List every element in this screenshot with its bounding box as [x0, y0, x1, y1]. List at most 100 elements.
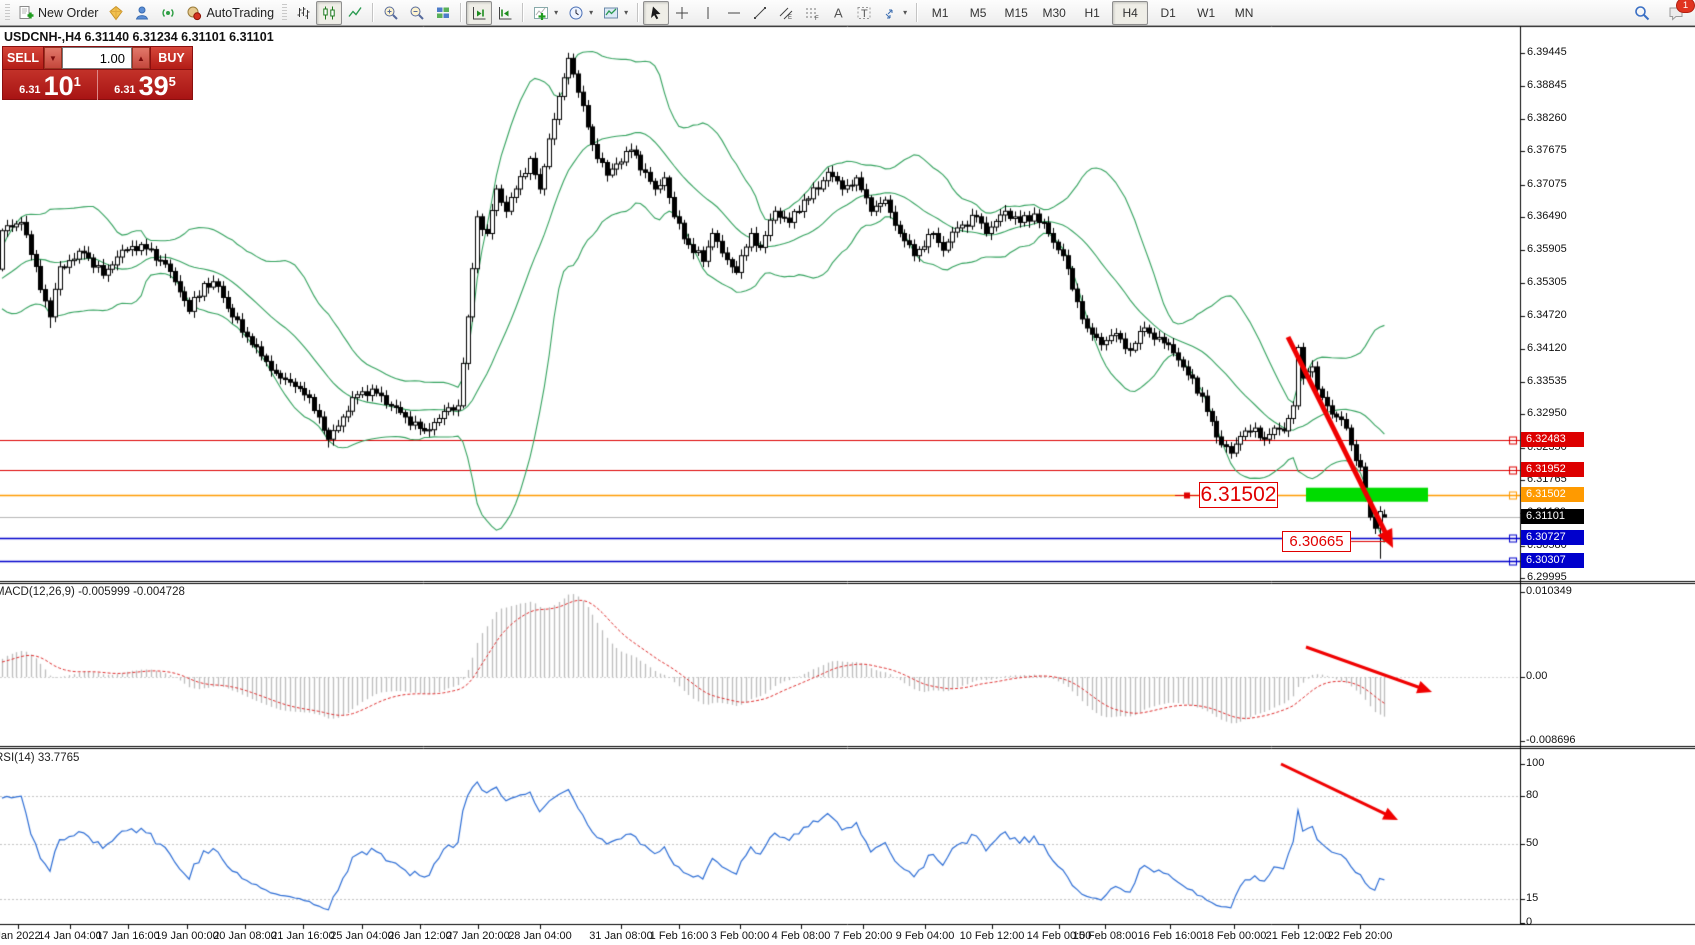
zoom-out-button[interactable] [404, 1, 430, 25]
tile-windows-button[interactable] [430, 1, 456, 25]
zoom-in-button[interactable] [378, 1, 404, 25]
timeframe-bar: M1M5M15M30H1H4D1W1MN [922, 1, 1262, 25]
price-axis-tick: 6.34720 [1527, 309, 1567, 321]
time-axis-label: 20 Jan 08:00 [213, 930, 277, 942]
sell-button[interactable]: SELL [3, 47, 44, 69]
chart-shift-button[interactable] [492, 1, 518, 25]
horizontal-line-icon [726, 5, 742, 21]
macd-axis-tick: 0.00 [1526, 670, 1547, 682]
vertical-line-tool-button[interactable] [695, 1, 721, 25]
new-order-label: New Order [38, 6, 98, 20]
volume-input[interactable] [62, 47, 132, 69]
channel-icon: E [778, 5, 794, 21]
search-button[interactable] [1629, 1, 1655, 25]
price-badge: 6.31101 [1521, 509, 1584, 524]
price-badge: 6.32483 [1521, 432, 1584, 447]
volume-decrease-button[interactable]: ▼ [44, 47, 62, 69]
sell-price[interactable]: 6.31 10 1 [3, 70, 98, 100]
toolbar-grip[interactable] [5, 4, 10, 22]
buy-button[interactable]: BUY [150, 47, 192, 69]
broadcast-icon [160, 5, 176, 21]
auto-scroll-button[interactable] [466, 1, 492, 25]
timeframe-button-h1[interactable]: H1 [1074, 1, 1110, 25]
rsi-axis-tick: 50 [1526, 837, 1538, 849]
price-badge: 6.31502 [1521, 487, 1584, 502]
crosshair-tool-button[interactable] [669, 1, 695, 25]
timeframe-button-d1[interactable]: D1 [1150, 1, 1186, 25]
timeframe-button-m1[interactable]: M1 [922, 1, 958, 25]
time-axis-label: 28 Jan 04:00 [508, 930, 572, 942]
buy-price[interactable]: 6.31 39 5 [98, 70, 192, 100]
new-order-button[interactable]: New Order [13, 1, 103, 25]
horizontal-line-tool-button[interactable] [721, 1, 747, 25]
timeframe-button-mn[interactable]: MN [1226, 1, 1262, 25]
rsi-axis-tick: 100 [1526, 757, 1544, 769]
timeframe-button-m15[interactable]: M15 [998, 1, 1034, 25]
community-button[interactable] [129, 1, 155, 25]
text-label-icon: T [856, 5, 872, 21]
auto-scroll-icon [471, 5, 487, 21]
text-tool-button[interactable]: A [825, 1, 851, 25]
notifications-button[interactable]: 1 [1663, 1, 1689, 25]
svg-text:A: A [834, 5, 843, 20]
dropdown-caret: ▾ [624, 8, 628, 17]
chart-title: USDCNH-,H4 6.31140 6.31234 6.31101 6.311… [4, 30, 274, 44]
timeframe-button-h4[interactable]: H4 [1112, 1, 1148, 25]
price-axis-tick: 6.39445 [1527, 46, 1567, 58]
price-badge: 6.31952 [1521, 462, 1584, 477]
terminal-window: New Order AutoTrading [0, 0, 1695, 945]
price-axis-tick: 6.38845 [1527, 79, 1567, 91]
price-axis-tick: 6.29995 [1527, 571, 1567, 583]
buy-price-big: 39 [139, 73, 169, 99]
chart-canvas[interactable] [0, 0, 1695, 945]
arrows-tool-button[interactable]: ▾ [877, 1, 912, 25]
fibonacci-tool-button[interactable]: F [799, 1, 825, 25]
price-axis-tick: 6.36490 [1527, 210, 1567, 222]
macd-indicator-label: MACD(12,26,9) -0.005999 -0.004728 [0, 586, 185, 598]
text-icon: A [830, 5, 846, 21]
dropdown-caret: ▾ [903, 8, 907, 17]
bar-chart-button[interactable] [290, 1, 316, 25]
price-axis-tick: 6.35305 [1527, 276, 1567, 288]
timeframe-button-m5[interactable]: M5 [960, 1, 996, 25]
periods-button[interactable]: ▾ [563, 1, 598, 25]
price-axis-tick: 6.34120 [1527, 342, 1567, 354]
toolbar-grip[interactable] [282, 4, 287, 22]
indicators-icon [533, 5, 549, 21]
rsi-axis-tick: 15 [1526, 892, 1538, 904]
sell-price-big: 10 [44, 73, 74, 99]
metaeditor-icon [108, 5, 124, 21]
price-axis-tick: 6.37675 [1527, 144, 1567, 156]
volume-increase-button[interactable]: ▲ [132, 47, 150, 69]
templates-button[interactable]: ▾ [598, 1, 633, 25]
timeframe-button-w1[interactable]: W1 [1188, 1, 1224, 25]
time-axis-label: Jan 2022 [0, 930, 41, 942]
search-icon [1634, 5, 1650, 21]
arrows-icon [882, 5, 898, 21]
trendline-icon [752, 5, 768, 21]
indicators-button[interactable]: ▾ [528, 1, 563, 25]
rsi-axis-tick: 80 [1526, 789, 1538, 801]
main-toolbar: New Order AutoTrading [0, 0, 1695, 26]
cursor-tool-button[interactable] [643, 1, 669, 25]
dropdown-caret: ▾ [589, 8, 593, 17]
macd-axis-tick: 0.010349 [1526, 585, 1572, 597]
time-axis-label: 22 Feb 20:00 [1328, 930, 1393, 942]
new-order-icon [18, 5, 34, 21]
target-level-label[interactable]: 6.30665 [1282, 531, 1351, 552]
equidistant-channel-tool-button[interactable]: E [773, 1, 799, 25]
autotrading-button[interactable]: AutoTrading [181, 1, 279, 25]
support-level-label[interactable]: 6.31502 [1199, 482, 1278, 508]
line-chart-button[interactable] [342, 1, 368, 25]
text-label-tool-button[interactable]: T [851, 1, 877, 25]
timeframe-button-m30[interactable]: M30 [1036, 1, 1072, 25]
metaeditor-button[interactable] [103, 1, 129, 25]
svg-text:F: F [815, 16, 819, 21]
signals-button[interactable] [155, 1, 181, 25]
trendline-tool-button[interactable] [747, 1, 773, 25]
bar-chart-icon [295, 5, 311, 21]
candlestick-chart-button[interactable] [316, 1, 342, 25]
rsi-indicator-label: RSI(14) 33.7765 [0, 752, 79, 764]
time-axis-label: 27 Jan 20:00 [446, 930, 510, 942]
time-axis-label: 3 Feb 00:00 [711, 930, 770, 942]
